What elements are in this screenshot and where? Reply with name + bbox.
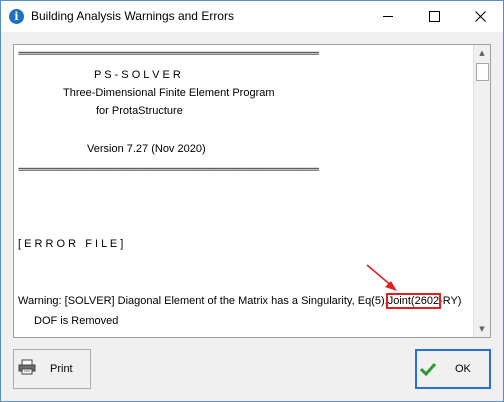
ok-label: OK xyxy=(455,363,471,375)
title-bar: i Building Analysis Warnings and Errors xyxy=(1,1,503,32)
program-description: Three-Dimensional Finite Element Program xyxy=(63,87,275,99)
program-for: for ProtaStructure xyxy=(96,105,183,117)
separator-line: ========================================… xyxy=(18,49,319,59)
minimize-icon xyxy=(383,16,393,17)
program-name: P S - S O L V E R xyxy=(94,69,181,81)
minimize-button[interactable] xyxy=(365,1,411,32)
printer-icon xyxy=(18,359,36,375)
dialog-window: i Building Analysis Warnings and Errors … xyxy=(0,0,504,402)
checkmark-icon xyxy=(420,362,436,376)
print-label: Print xyxy=(50,363,73,375)
close-button[interactable] xyxy=(457,1,503,32)
red-arrow-annotation xyxy=(366,264,397,291)
window-title: Building Analysis Warnings and Errors xyxy=(31,9,234,23)
warning-prefix: Warning: [SOLVER] Diagonal Element of th… xyxy=(18,295,388,307)
scroll-thumb[interactable] xyxy=(476,63,489,81)
program-version: Version 7.27 (Nov 2020) xyxy=(87,143,206,155)
vertical-scrollbar[interactable]: ▲ ▼ xyxy=(473,45,490,337)
scroll-up-icon[interactable]: ▲ xyxy=(474,45,490,61)
section-header: [ E R R O R F I L E ] xyxy=(18,238,124,250)
warning-suffix: -RY) xyxy=(439,295,462,307)
log-textbox[interactable]: ========================================… xyxy=(13,44,491,338)
close-icon xyxy=(474,11,486,22)
separator-line: ========================================… xyxy=(18,165,319,175)
scroll-down-icon[interactable]: ▼ xyxy=(474,321,490,337)
ok-button[interactable]: OK xyxy=(415,349,491,389)
print-button[interactable]: Print xyxy=(13,349,91,389)
maximize-icon xyxy=(428,11,440,22)
maximize-button[interactable] xyxy=(411,1,457,32)
info-icon: i xyxy=(9,9,24,24)
warning-line-2: DOF is Removed xyxy=(34,315,119,327)
